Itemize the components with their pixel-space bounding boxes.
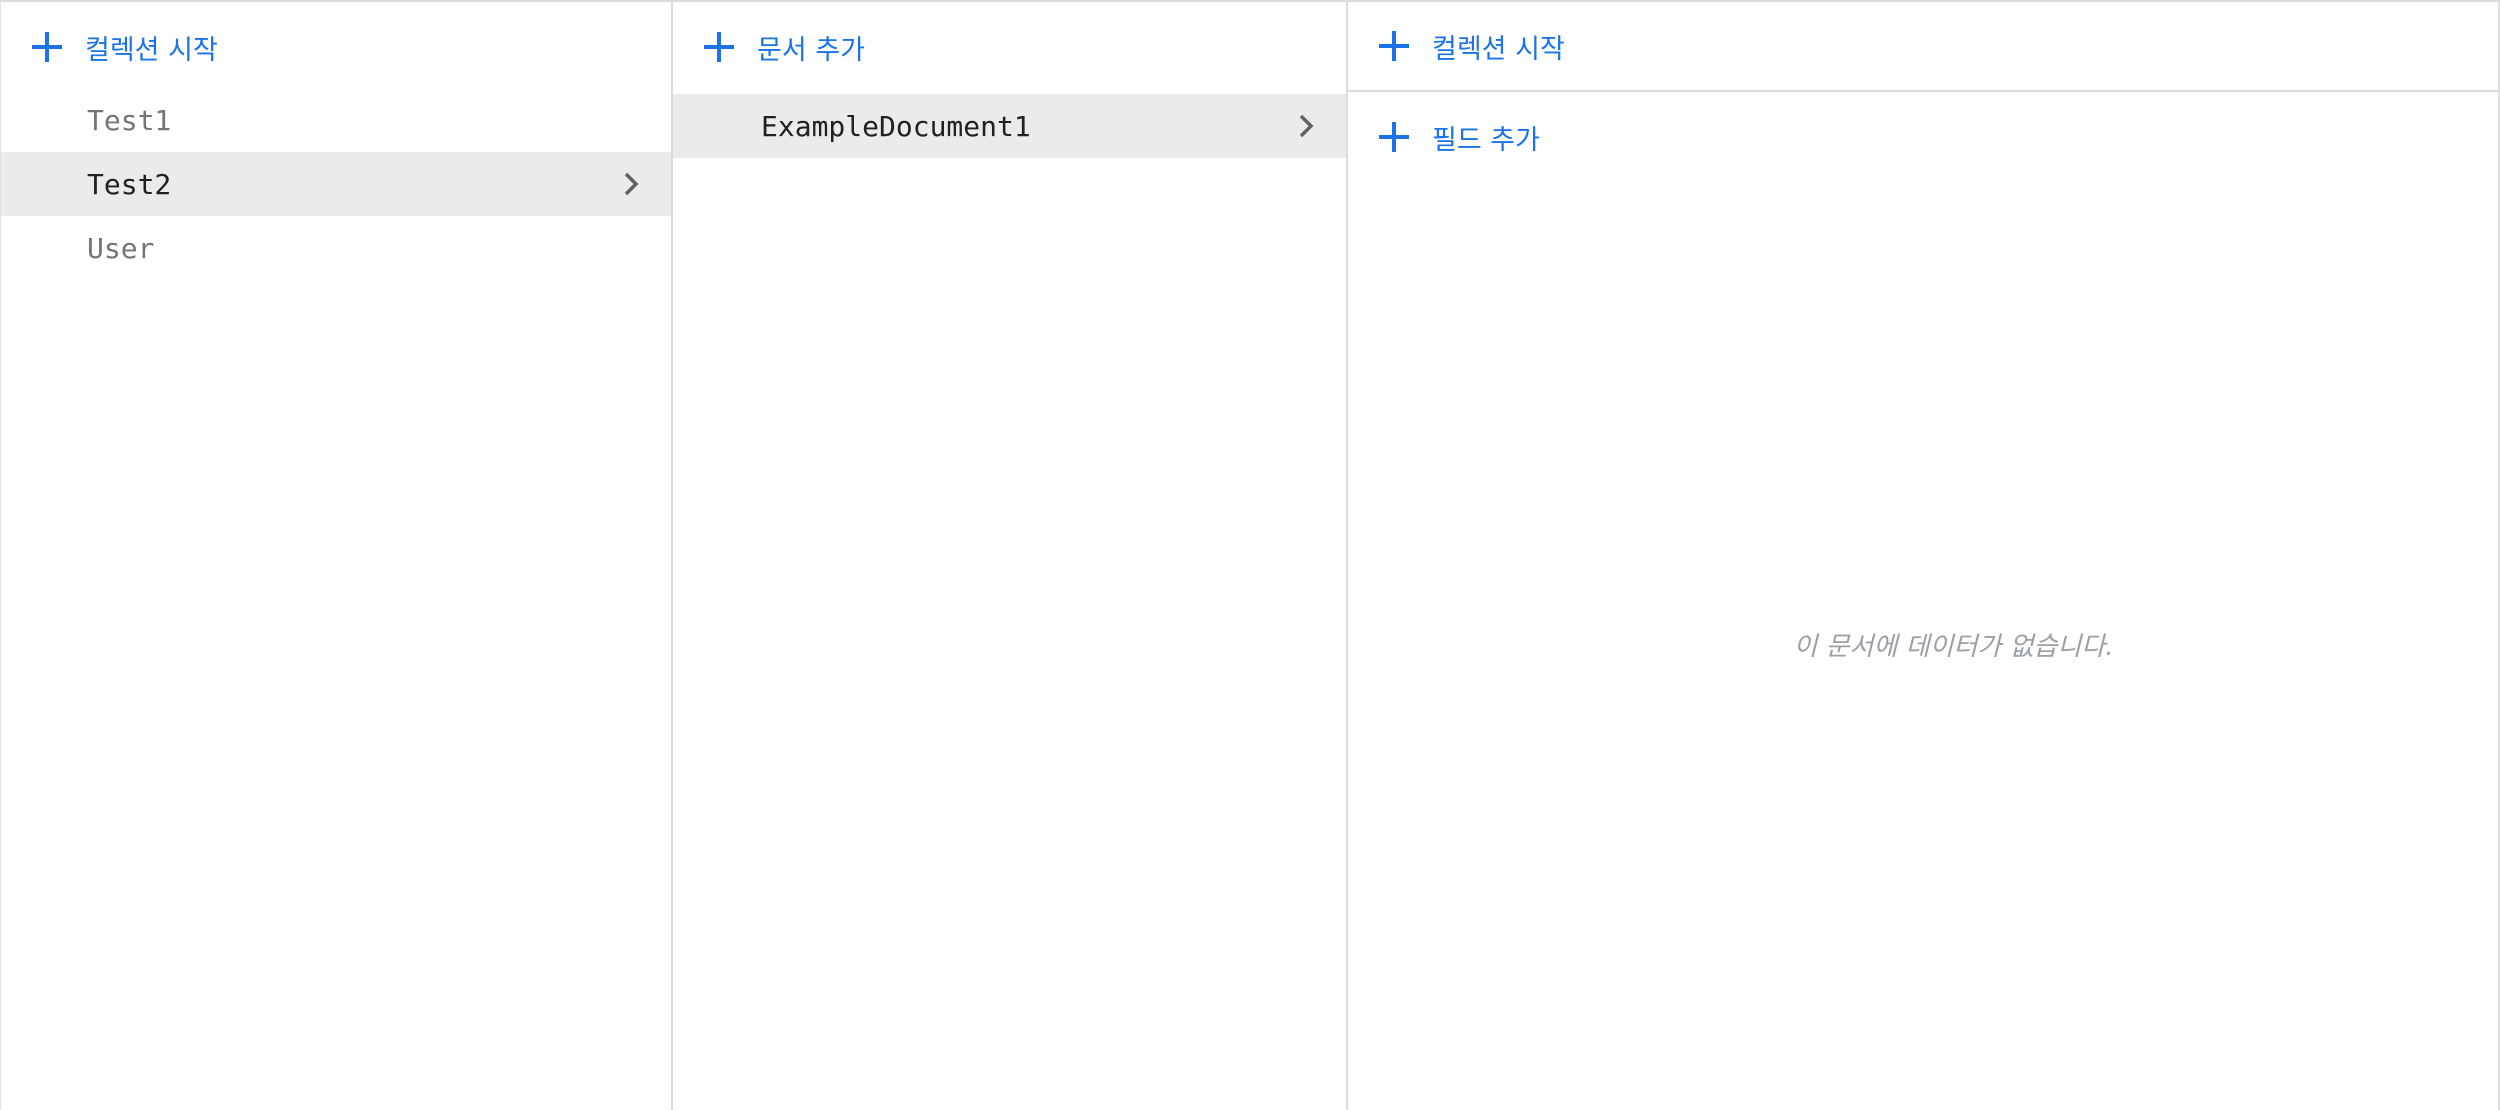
- plus-icon: [31, 31, 63, 63]
- collections-panel: 컬렉션 시작 Test1 Test2 User: [1, 2, 673, 1110]
- chevron-right-icon: [1299, 114, 1314, 138]
- collection-item-label: User: [87, 231, 155, 265]
- add-field-label: 필드 추가: [1432, 124, 1540, 156]
- document-detail-panel: 컬렉션 시작 필드 추가 이 문서에 데이터가 없습니다.: [1348, 2, 2499, 1110]
- start-collection-button[interactable]: 컬렉션 시작: [1348, 2, 2499, 92]
- plus-icon: [1378, 121, 1410, 153]
- collection-item-test1[interactable]: Test1: [1, 88, 671, 152]
- add-document-label: 문서 추가: [757, 34, 865, 66]
- collection-item-label: Test2: [87, 167, 172, 201]
- plus-icon: [1378, 30, 1410, 62]
- start-collection-button[interactable]: 컬렉션 시작: [1, 2, 671, 92]
- plus-icon: [703, 31, 735, 63]
- document-item-label: ExampleDocument1: [761, 109, 1031, 143]
- empty-document-message: 이 문서에 데이터가 없습니다.: [1793, 632, 2114, 662]
- collection-item-user[interactable]: User: [1, 216, 671, 280]
- start-collection-label: 컬렉션 시작: [85, 34, 218, 66]
- add-document-button[interactable]: 문서 추가: [673, 2, 1346, 92]
- firestore-data-viewer: 컬렉션 시작 Test1 Test2 User 문서 추가 ExampleDoc…: [0, 0, 2500, 1110]
- add-field-button[interactable]: 필드 추가: [1348, 92, 2499, 182]
- document-item-exampledocument1[interactable]: ExampleDocument1: [673, 94, 1346, 158]
- collection-item-test2[interactable]: Test2: [1, 152, 671, 216]
- documents-panel: 문서 추가 ExampleDocument1: [673, 2, 1348, 1110]
- start-collection-label: 컬렉션 시작: [1432, 33, 1565, 65]
- collection-item-label: Test1: [87, 103, 172, 137]
- chevron-right-icon: [624, 172, 639, 196]
